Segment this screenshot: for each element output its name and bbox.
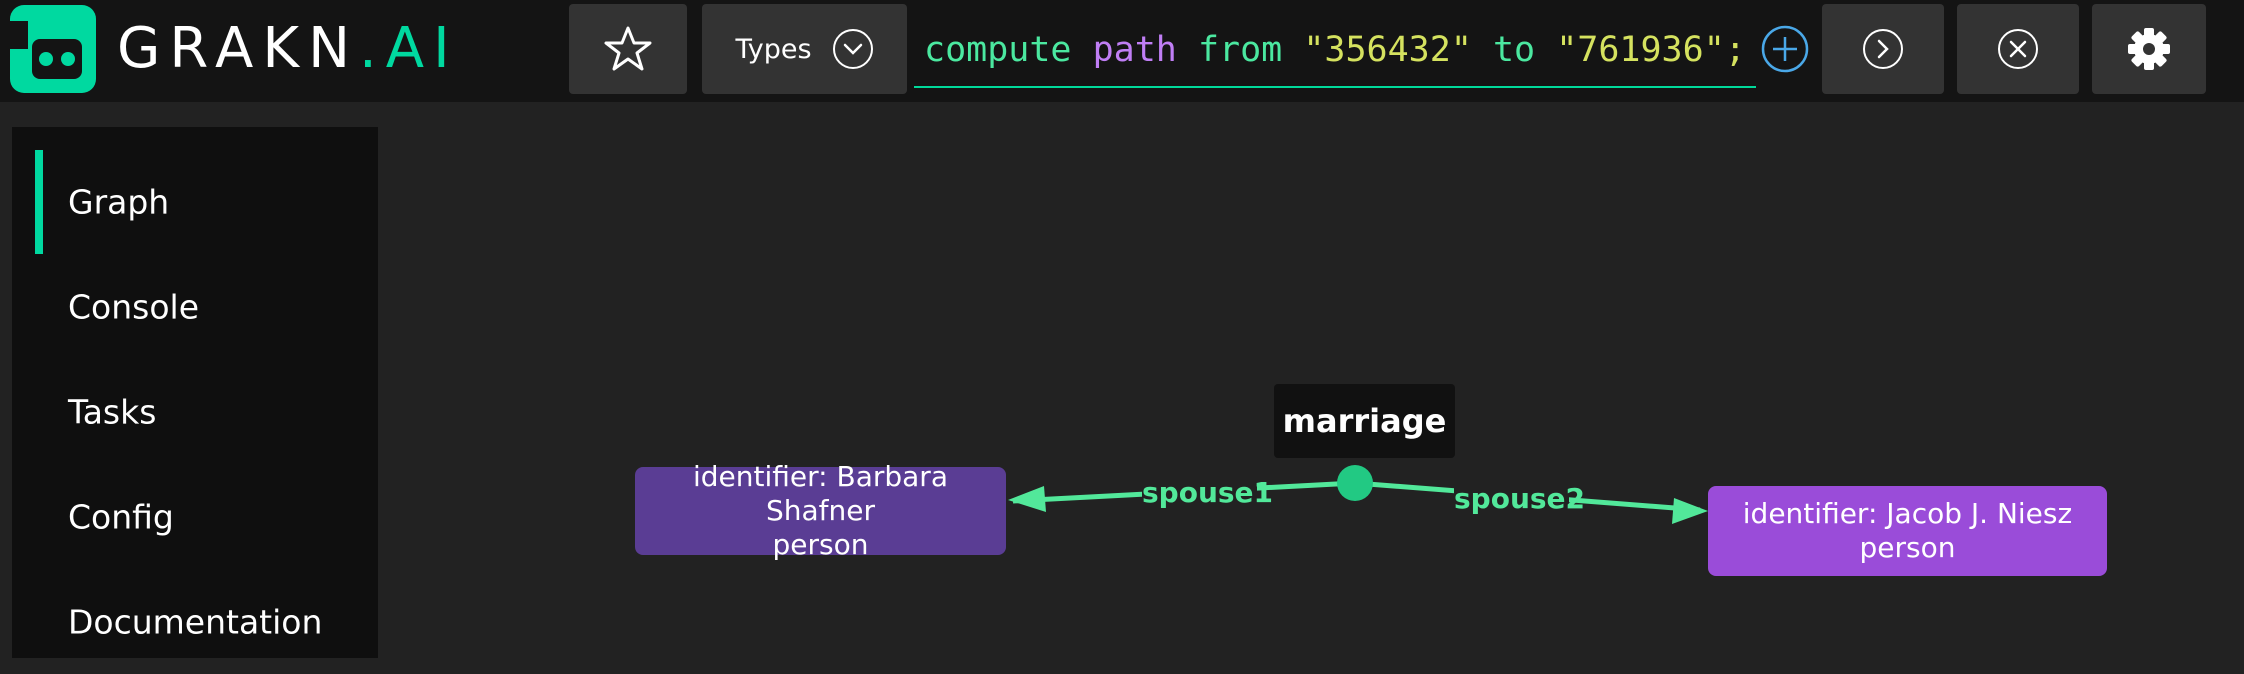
entity-node-person[interactable]: identifier: Barbara Shafner person <box>635 460 1006 561</box>
edge-label-spouse1: spouse1 <box>1142 476 1273 509</box>
relation-node-marriage[interactable] <box>1337 465 1373 501</box>
node-type: person <box>1859 531 1956 564</box>
entity-node-person[interactable]: identifier: Jacob J. Niesz person <box>1708 486 2107 576</box>
node-identifier: identifier: Jacob J. Niesz <box>1742 497 2073 530</box>
node-identifier: identifier: Barbara Shafner <box>693 460 948 527</box>
edge-spouse1-arrowhead <box>1008 486 1046 512</box>
relation-tooltip: marriage <box>1274 384 1455 458</box>
edge-spouse2-arrowhead <box>1672 498 1708 524</box>
node-type: person <box>772 528 869 561</box>
edge-label-spouse2: spouse2 <box>1454 482 1585 515</box>
